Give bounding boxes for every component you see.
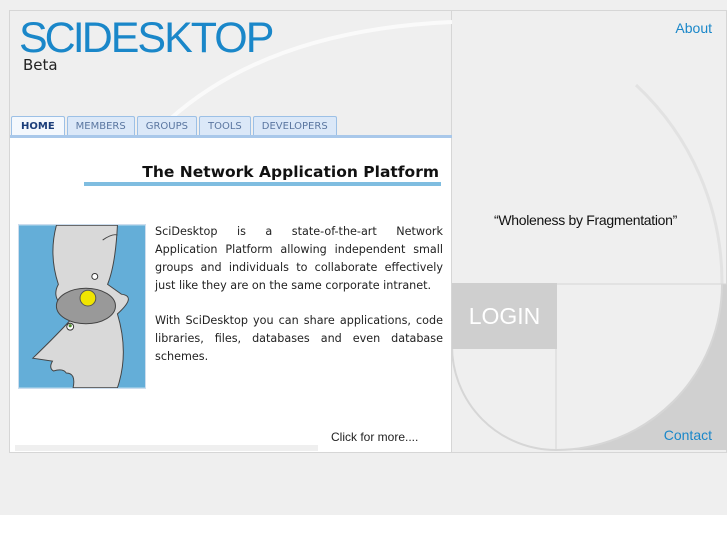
golden-spiral-graphic	[452, 83, 727, 451]
tab-groups[interactable]: GROUPS	[136, 116, 197, 136]
click-for-more-link[interactable]: Click for more....	[331, 430, 418, 444]
tab-developers[interactable]: DEVELOPERS	[252, 116, 337, 136]
nav-tabs: HOME MEMBERS GROUPS TOOLS DEVELOPERS	[11, 116, 337, 136]
about-link[interactable]: About	[675, 20, 712, 36]
contact-link[interactable]: Contact	[664, 427, 712, 443]
title-underline	[84, 182, 441, 186]
bottom-bar	[15, 445, 318, 451]
intro-paragraph: SciDesktop is a state-of-the-art Network…	[155, 225, 443, 292]
intro-paragraph: With SciDesktop you can share applicatio…	[155, 314, 443, 363]
content-panel: The Network Application Platform SciDesk…	[10, 138, 451, 452]
logo[interactable]: SCIDESKTOP	[19, 14, 275, 62]
logo-desktop: DESKTOP	[81, 14, 275, 62]
tagline: “Wholeness by Fragmentation”	[494, 212, 678, 228]
tab-home[interactable]: HOME	[11, 116, 65, 136]
intro-text: SciDesktop is a state-of-the-art Network…	[155, 223, 443, 383]
right-panel: About “Wholeness by Fragmentation” LOGIN…	[452, 10, 727, 453]
logo-sci: SCI	[19, 14, 85, 62]
tab-members[interactable]: MEMBERS	[66, 116, 135, 136]
login-button[interactable]: LOGIN	[452, 283, 557, 349]
page-title: The Network Application Platform	[142, 163, 439, 181]
illustration-image	[18, 224, 146, 389]
tab-tools[interactable]: TOOLS	[198, 116, 251, 136]
beta-label: Beta	[23, 56, 58, 74]
footer	[0, 515, 727, 545]
